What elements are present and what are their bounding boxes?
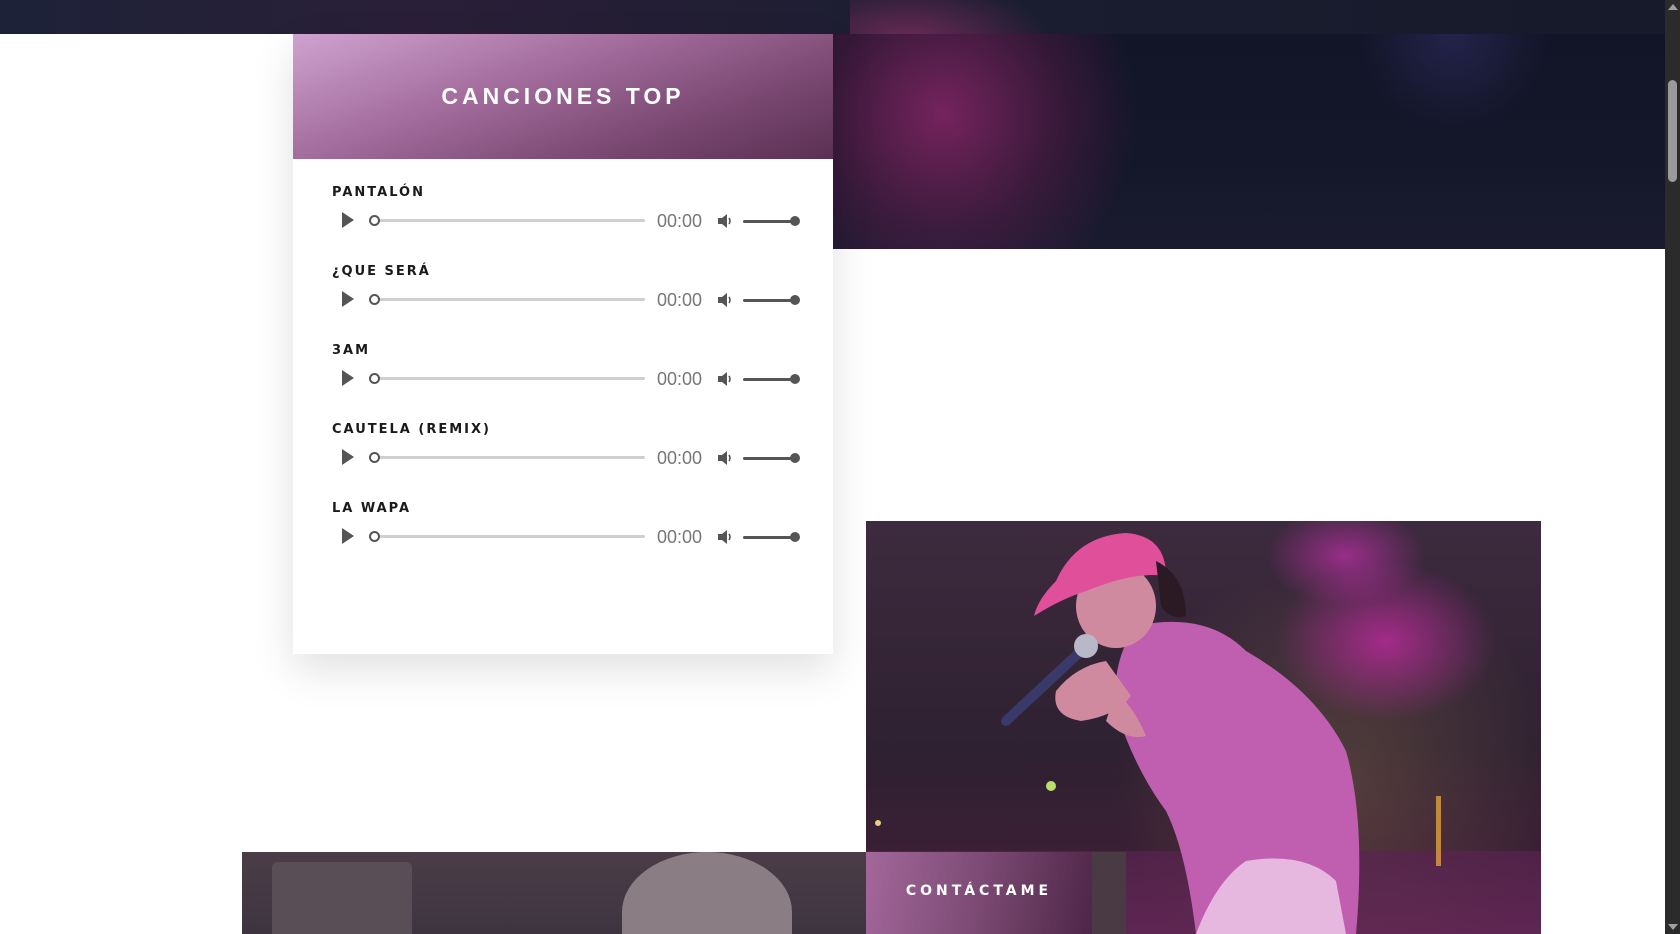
seek-bar[interactable] — [369, 531, 645, 542]
volume-icon[interactable] — [716, 528, 734, 546]
seek-handle[interactable] — [369, 294, 380, 305]
time-display: 00:00 — [657, 369, 703, 389]
song-title: ¿QUE SERÁ — [332, 264, 431, 279]
volume-slider[interactable] — [743, 216, 800, 226]
contact-button[interactable]: CONTÁCTAME — [866, 852, 1092, 934]
scroll-up-icon[interactable] — [1668, 4, 1678, 10]
volume-handle[interactable] — [790, 532, 800, 542]
volume-slider[interactable] — [743, 532, 800, 542]
play-icon[interactable] — [342, 449, 354, 465]
seek-bar[interactable] — [369, 452, 645, 463]
seek-handle[interactable] — [369, 215, 380, 226]
time-display: 00:00 — [657, 448, 703, 468]
time-display: 00:00 — [657, 211, 703, 231]
top-songs-title: CANCIONES TOP — [441, 83, 685, 109]
volume-handle[interactable] — [790, 295, 800, 305]
seek-handle[interactable] — [369, 452, 380, 463]
volume-handle[interactable] — [790, 216, 800, 226]
seek-bar[interactable] — [369, 373, 645, 384]
hero-banner-top — [0, 0, 1665, 34]
volume-icon[interactable] — [716, 212, 734, 230]
song-list: PANTALÓN 00:00 ¿QUE SERÁ 00:00 3AM 00:00… — [293, 159, 833, 580]
hero-banner-image — [833, 34, 1665, 249]
time-display: 00:00 — [657, 290, 703, 310]
audio-player: 00:00 — [332, 202, 800, 236]
artist-photo-bottom — [242, 852, 866, 934]
top-songs-card: CANCIONES TOP PANTALÓN 00:00 ¿QUE SERÁ 0… — [293, 34, 833, 654]
song-item: ¿QUE SERÁ 00:00 — [332, 264, 800, 343]
seek-handle[interactable] — [369, 373, 380, 384]
song-item: CAUTELA (REMIX) 00:00 — [332, 422, 800, 501]
top-songs-header: CANCIONES TOP — [293, 34, 833, 159]
scroll-thumb[interactable] — [1668, 80, 1677, 182]
contact-button-label: CONTÁCTAME — [905, 883, 1053, 899]
volume-handle[interactable] — [790, 453, 800, 463]
audio-player: 00:00 — [332, 518, 800, 552]
volume-slider[interactable] — [743, 453, 800, 463]
seek-bar[interactable] — [369, 215, 645, 226]
scroll-down-icon[interactable] — [1668, 924, 1678, 930]
play-icon[interactable] — [342, 212, 354, 228]
song-item: PANTALÓN 00:00 — [332, 185, 800, 264]
audio-player: 00:00 — [332, 439, 800, 473]
volume-icon[interactable] — [716, 370, 734, 388]
audio-player: 00:00 — [332, 281, 800, 315]
seek-handle[interactable] — [369, 531, 380, 542]
volume-handle[interactable] — [790, 374, 800, 384]
time-display: 00:00 — [657, 527, 703, 547]
song-item: LA WAPA 00:00 — [332, 501, 800, 580]
song-title: CAUTELA (REMIX) — [332, 422, 491, 437]
play-icon[interactable] — [342, 370, 354, 386]
song-item: 3AM 00:00 — [332, 343, 800, 422]
page-scrollbar[interactable] — [1665, 0, 1680, 934]
volume-icon[interactable] — [716, 291, 734, 309]
volume-icon[interactable] — [716, 449, 734, 467]
seek-bar[interactable] — [369, 294, 645, 305]
volume-slider[interactable] — [743, 295, 800, 305]
song-title: PANTALÓN — [332, 185, 425, 200]
play-icon[interactable] — [342, 291, 354, 307]
song-title: LA WAPA — [332, 501, 412, 516]
audio-player: 00:00 — [332, 360, 800, 394]
play-icon[interactable] — [342, 528, 354, 544]
photo-edge-strip — [1092, 852, 1126, 934]
song-title: 3AM — [332, 343, 371, 358]
volume-slider[interactable] — [743, 374, 800, 384]
